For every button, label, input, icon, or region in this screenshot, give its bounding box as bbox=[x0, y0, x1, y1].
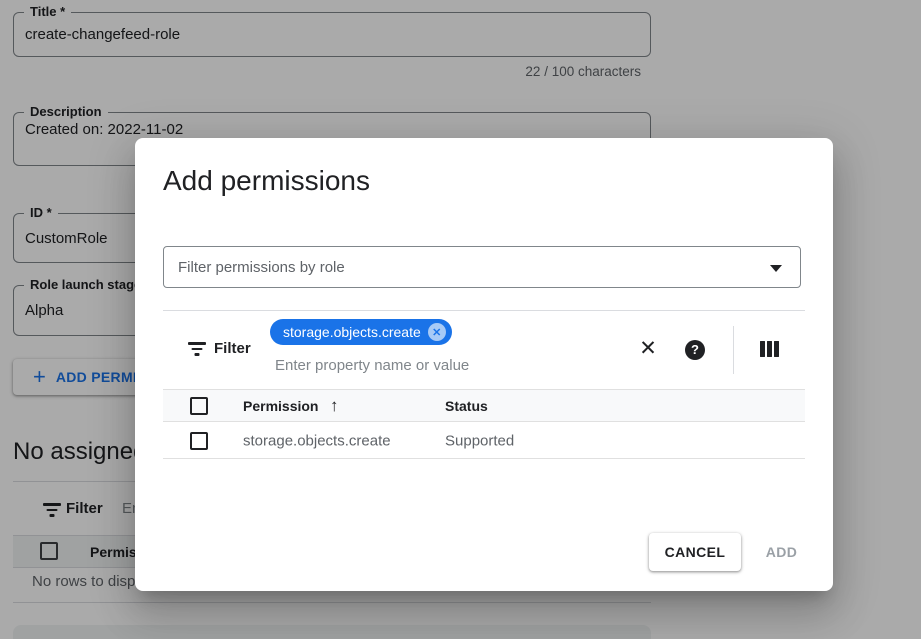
add-permissions-dialog: Add permissions Filter permissions by ro… bbox=[135, 138, 833, 591]
status-column-header[interactable]: Status bbox=[445, 398, 488, 414]
permissions-table-header: Permission ↑ Status bbox=[163, 389, 805, 422]
row-checkbox[interactable] bbox=[190, 432, 208, 450]
filter-permissions-by-role-select[interactable]: Filter permissions by role bbox=[163, 246, 801, 288]
permission-filter-chip[interactable]: storage.objects.create ✕ bbox=[270, 319, 452, 345]
permission-column-header[interactable]: Permission bbox=[243, 398, 318, 414]
cancel-button[interactable]: CANCEL bbox=[649, 533, 741, 571]
row-status-cell: Supported bbox=[445, 432, 514, 449]
filter-icon bbox=[188, 342, 206, 356]
chevron-down-icon bbox=[770, 265, 782, 272]
add-button[interactable]: ADD bbox=[751, 533, 812, 571]
column-display-options-icon[interactable] bbox=[760, 341, 780, 357]
help-icon[interactable]: ? bbox=[685, 340, 705, 360]
chip-remove-icon[interactable]: ✕ bbox=[428, 323, 446, 341]
clear-filters-icon[interactable]: ✕ bbox=[634, 335, 662, 363]
divider bbox=[163, 310, 805, 311]
chip-label: storage.objects.create bbox=[283, 324, 421, 340]
table-row[interactable]: storage.objects.create Supported bbox=[163, 423, 805, 459]
row-permission-cell: storage.objects.create bbox=[243, 432, 391, 449]
filter-input[interactable]: Enter property name or value bbox=[275, 357, 469, 374]
sort-ascending-icon[interactable]: ↑ bbox=[330, 396, 339, 416]
role-select-placeholder: Filter permissions by role bbox=[164, 259, 345, 276]
filter-label: Filter bbox=[214, 340, 251, 357]
dialog-title: Add permissions bbox=[163, 165, 370, 197]
select-all-checkbox[interactable] bbox=[190, 397, 208, 415]
divider bbox=[733, 326, 734, 374]
